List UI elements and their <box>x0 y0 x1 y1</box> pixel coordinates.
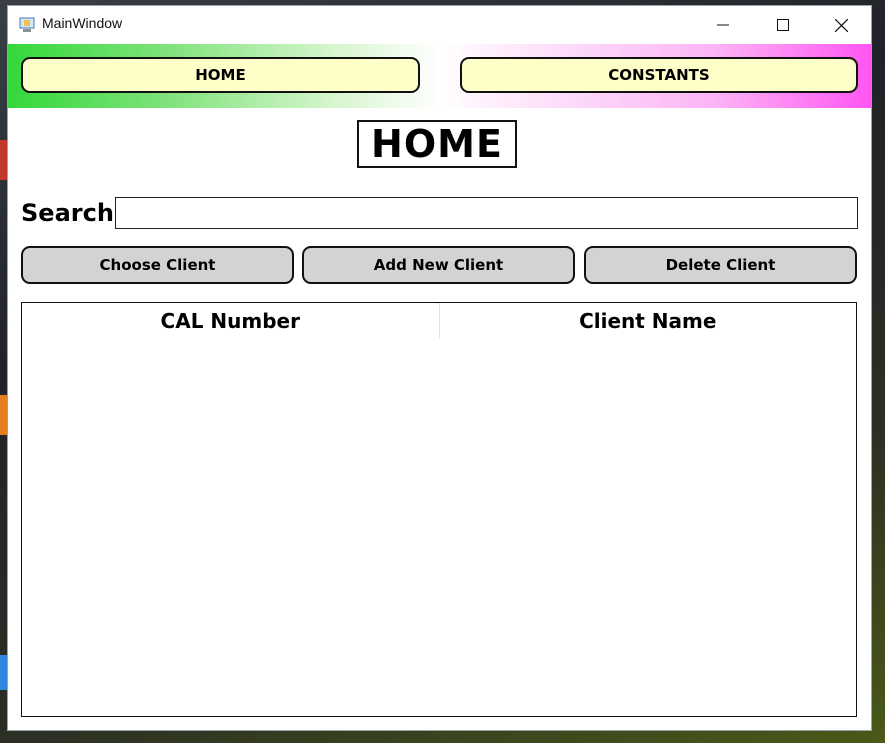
minimize-icon <box>717 24 729 26</box>
navigation-bar: HOME CONSTANTS <box>8 44 871 108</box>
home-nav-label: HOME <box>195 66 246 84</box>
home-nav-button[interactable]: HOME <box>21 57 420 93</box>
close-icon <box>834 18 848 32</box>
delete-client-label: Delete Client <box>665 256 776 274</box>
constants-nav-button[interactable]: CONSTANTS <box>460 57 858 93</box>
minimize-button[interactable] <box>697 6 749 44</box>
table-header: CAL Number Client Name <box>22 303 856 339</box>
choose-client-label: Choose Client <box>99 256 216 274</box>
maximize-button[interactable] <box>757 6 809 44</box>
window-title: MainWindow <box>42 15 123 31</box>
column-header-cal-number[interactable]: CAL Number <box>22 303 439 339</box>
column-header-client-name[interactable]: Client Name <box>438 303 857 339</box>
page-title-text: HOME <box>371 122 503 166</box>
add-new-client-label: Add New Client <box>373 256 504 274</box>
desktop-background-fragment <box>0 395 8 435</box>
desktop-background-fragment <box>0 140 8 180</box>
search-label: Search <box>21 199 114 227</box>
choose-client-button[interactable]: Choose Client <box>21 246 294 284</box>
maximize-icon <box>777 19 789 31</box>
delete-client-button[interactable]: Delete Client <box>584 246 857 284</box>
title-bar[interactable]: MainWindow <box>8 6 871 44</box>
page-title: HOME <box>357 120 517 168</box>
clients-table[interactable]: CAL Number Client Name <box>21 302 857 717</box>
constants-nav-label: CONSTANTS <box>608 66 710 84</box>
main-window: MainWindow HOME CONSTANTS HOME Search Ch… <box>8 6 871 730</box>
close-button[interactable] <box>815 6 867 44</box>
desktop-background-fragment <box>0 655 8 690</box>
add-new-client-button[interactable]: Add New Client <box>302 246 575 284</box>
search-input[interactable] <box>115 197 858 229</box>
app-icon <box>18 16 36 34</box>
